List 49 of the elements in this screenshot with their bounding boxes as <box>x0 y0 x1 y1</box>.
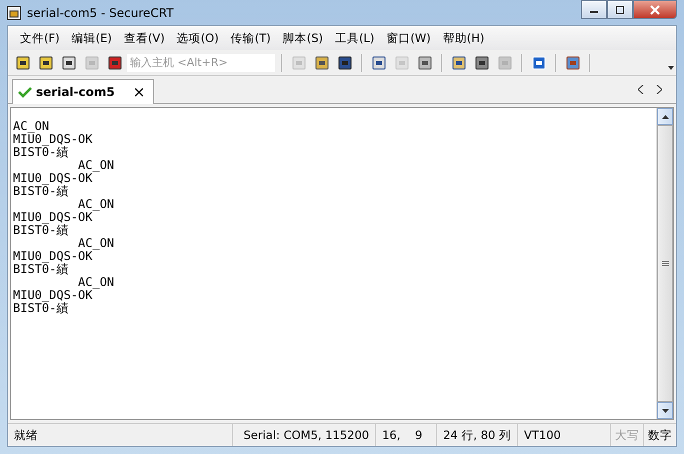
emulation-type: VT100 <box>517 424 610 446</box>
vertical-scrollbar[interactable] <box>656 108 673 419</box>
terminal-line: MIU0_DQS-OK <box>13 211 92 224</box>
menu-item[interactable]: 工具(L) <box>335 30 374 46</box>
cursor-position: 16, 9 <box>375 424 436 446</box>
menu-item[interactable]: 查看(V) <box>124 30 165 46</box>
terminal-line: MIU0_DQS-OK <box>13 289 92 302</box>
terminal-line: AC_ON <box>77 159 114 172</box>
menu-item[interactable]: 帮助(H) <box>442 30 484 46</box>
terminal-line: AC_ON <box>77 237 114 250</box>
overflow-icon[interactable] <box>668 65 674 71</box>
scroll-down-icon[interactable] <box>662 408 668 412</box>
scroll-left-icon[interactable] <box>638 85 644 94</box>
menu-item[interactable]: 窗口(W) <box>386 30 431 46</box>
tab-label: serial-com5 <box>36 85 115 99</box>
terminal-line: BIST0-績 <box>13 185 68 198</box>
terminal-line: AC_ON <box>77 276 114 289</box>
close-button[interactable] <box>633 0 677 19</box>
menu-item[interactable]: 文件(F) <box>20 30 60 46</box>
window-title: serial-com5 - SecureCRT <box>27 6 174 20</box>
maximize-icon <box>615 6 625 14</box>
scroll-right-icon[interactable] <box>656 85 662 94</box>
menu-item[interactable]: 选项(O) <box>176 30 219 46</box>
terminal-size: 24 行, 80 列 <box>436 424 517 446</box>
host-input-field[interactable]: 输入主机 <Alt+R> <box>127 54 275 72</box>
session-tab[interactable]: serial-com5 × <box>12 79 154 104</box>
terminal-line: BIST0-績 <box>13 146 68 159</box>
app-icon <box>7 6 21 20</box>
grip-icon <box>662 261 668 266</box>
close-icon <box>649 4 661 14</box>
minimize-button[interactable] <box>581 0 607 19</box>
key-indicator: 数字 <box>643 424 676 446</box>
terminal-line: BIST0-績 <box>13 263 68 276</box>
terminal-line: MIU0_DQS-OK <box>13 250 92 263</box>
terminal-line: AC_ON <box>13 120 50 133</box>
key-indicator: 大写 <box>610 424 643 446</box>
scroll-up-icon[interactable] <box>662 114 668 118</box>
terminal-line: BIST0-績 <box>13 302 68 315</box>
menu-item[interactable]: 传输(T) <box>230 30 271 46</box>
menu-item[interactable]: 编辑(E) <box>72 30 112 46</box>
tab-close-button[interactable]: × <box>132 83 146 101</box>
maximize-button[interactable] <box>607 0 633 19</box>
menu-item[interactable]: 脚本(S) <box>282 30 323 46</box>
terminal-line: AC_ON <box>77 198 114 211</box>
terminal-line: MIU0_DQS-OK <box>13 133 92 146</box>
terminal-line: MIU0_DQS-OK <box>13 172 92 185</box>
connection-info: Serial: COM5, 115200 <box>232 424 376 446</box>
status-message: 就绪 <box>13 426 39 444</box>
terminal-line: BIST0-績 <box>13 224 68 237</box>
